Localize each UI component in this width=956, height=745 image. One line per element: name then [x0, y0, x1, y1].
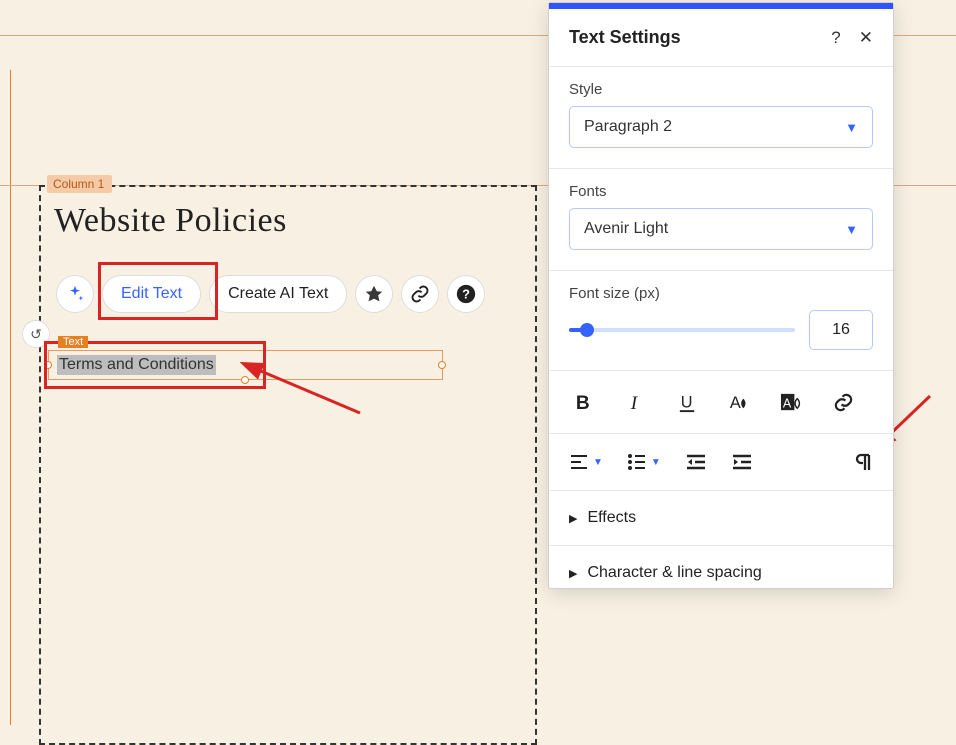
fonts-value: Avenir Light [584, 220, 668, 238]
effects-label: Effects [587, 509, 636, 527]
spacing-label: Character & line spacing [587, 564, 761, 582]
text-settings-panel: Text Settings ? ✕ Style Paragraph 2 ▼ Fo… [548, 2, 894, 589]
link-icon[interactable] [829, 389, 857, 415]
highlight-color-button[interactable]: A [777, 389, 805, 415]
chevron-down-icon: ▼ [845, 120, 858, 135]
fonts-section: Fonts Avenir Light ▼ [549, 169, 893, 271]
chevron-down-icon: ▼ [651, 457, 661, 468]
text-action-toolbar: Edit Text Create AI Text ? [56, 275, 485, 313]
style-label: Style [569, 81, 873, 98]
align-button[interactable]: ▼ [569, 453, 603, 471]
indent-decrease-button[interactable] [685, 453, 707, 471]
create-ai-text-button[interactable]: Create AI Text [209, 275, 347, 313]
list-button[interactable]: ▼ [627, 453, 661, 471]
fontsize-label: Font size (px) [569, 285, 873, 302]
undo-button[interactable]: ↻ [22, 320, 50, 348]
bold-button[interactable]: B [569, 389, 597, 415]
fontsize-slider[interactable] [569, 328, 795, 332]
style-dropdown[interactable]: Paragraph 2 ▼ [569, 106, 873, 148]
panel-help-icon[interactable]: ? [831, 28, 840, 48]
indent-increase-button[interactable] [731, 453, 753, 471]
resize-handle-left[interactable] [44, 361, 52, 369]
fontsize-input[interactable] [809, 310, 873, 350]
edit-text-button[interactable]: Edit Text [102, 275, 201, 313]
animation-button[interactable] [355, 275, 393, 313]
column-boundary[interactable] [39, 185, 537, 745]
text-format-row: B I U A A [549, 371, 893, 434]
column-label-tag[interactable]: Column 1 [47, 175, 112, 193]
style-value: Paragraph 2 [584, 118, 672, 136]
svg-text:A: A [729, 394, 740, 412]
triangle-right-icon: ▶ [569, 567, 577, 580]
italic-button[interactable]: I [621, 389, 649, 415]
selected-text-content[interactable]: Terms and Conditions [57, 355, 216, 375]
ai-sparkle-icon[interactable] [56, 275, 94, 313]
text-element-tag: Text [58, 336, 88, 348]
svg-text:?: ? [462, 287, 470, 302]
style-section: Style Paragraph 2 ▼ [549, 67, 893, 169]
text-color-button[interactable]: A [725, 389, 753, 415]
text-direction-button[interactable] [853, 452, 873, 472]
chevron-down-icon: ▼ [845, 222, 858, 237]
link-button[interactable] [401, 275, 439, 313]
resize-handle-right[interactable] [438, 361, 446, 369]
help-button[interactable]: ? [447, 275, 485, 313]
fonts-label: Fonts [569, 183, 873, 200]
svg-text:I: I [629, 393, 638, 414]
fonts-dropdown[interactable]: Avenir Light ▼ [569, 208, 873, 250]
spacing-section-toggle[interactable]: ▶ Character & line spacing [549, 546, 893, 588]
paragraph-format-row: ▼ ▼ [549, 434, 893, 491]
chevron-down-icon: ▼ [593, 457, 603, 468]
guide-line-left [10, 70, 11, 725]
underline-button[interactable]: U [673, 389, 701, 415]
column-guide-left [0, 185, 39, 186]
slider-knob[interactable] [580, 323, 594, 337]
effects-section-toggle[interactable]: ▶ Effects [549, 491, 893, 546]
svg-text:U: U [680, 393, 692, 411]
panel-title: Text Settings [569, 27, 681, 48]
resize-handle-bottom[interactable] [241, 376, 249, 384]
svg-text:A: A [782, 396, 791, 410]
panel-close-icon[interactable]: ✕ [859, 28, 873, 48]
svg-text:B: B [575, 393, 589, 414]
triangle-right-icon: ▶ [569, 512, 577, 525]
fontsize-section: Font size (px) [549, 271, 893, 371]
panel-header: Text Settings ? ✕ [549, 9, 893, 67]
page-heading[interactable]: Website Policies [54, 202, 287, 240]
editor-canvas: Column 1 [0, 35, 540, 725]
